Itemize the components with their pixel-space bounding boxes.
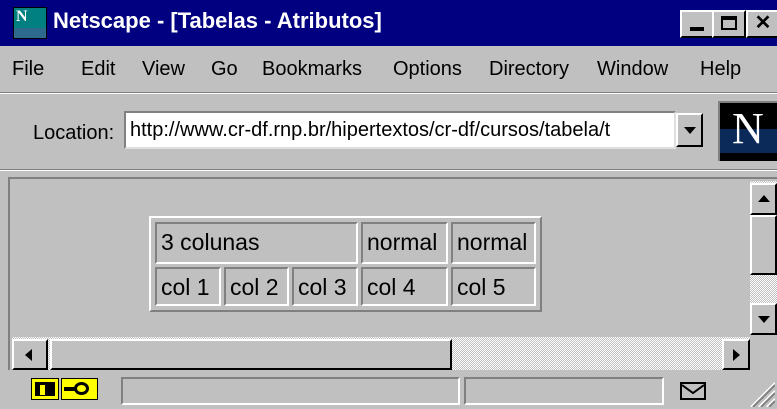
close-button[interactable]: ✕ [746, 10, 777, 38]
table-cell: col 5 [451, 267, 536, 306]
app-icon-scape [14, 28, 46, 38]
resize-grip-icon[interactable] [741, 375, 775, 407]
menu-window[interactable]: Window [597, 58, 668, 81]
menu-view[interactable]: View [142, 58, 185, 81]
close-icon: ✕ [754, 12, 772, 34]
attributes-table: 3 colunas normal normal col 1 col 2 col … [149, 216, 542, 312]
table-cell: 3 colunas [155, 222, 358, 264]
maximize-button[interactable] [712, 10, 746, 38]
toolbar-separator [0, 169, 777, 171]
scroll-up-button[interactable] [750, 183, 777, 215]
netscape-icon[interactable]: N [13, 7, 47, 39]
app-icon-letter: N [16, 8, 28, 25]
arrow-left-icon [25, 349, 32, 361]
connection-ring [74, 382, 89, 395]
chevron-down-icon [684, 127, 696, 134]
location-dropdown-button[interactable] [676, 113, 703, 147]
status-text [121, 377, 460, 405]
title-bar[interactable]: N Netscape - [Tabelas - Atributos] ✕ [0, 0, 777, 46]
status-icons [31, 378, 98, 400]
vertical-scrollbar[interactable] [750, 181, 777, 335]
vertical-scroll-thumb[interactable] [750, 215, 777, 275]
menu-help[interactable]: Help [700, 58, 741, 81]
arrow-down-icon [758, 316, 770, 323]
arrow-right-icon [733, 349, 740, 361]
netscape-logo-throbber[interactable]: N [718, 101, 777, 161]
menu-edit[interactable]: Edit [81, 58, 115, 81]
envelope-glyph [682, 384, 704, 395]
table-cell: normal [451, 222, 536, 264]
key-shape [35, 382, 55, 396]
minimize-icon [690, 27, 704, 31]
menu-options[interactable]: Options [393, 58, 462, 81]
menu-bar: File Edit View Go Bookmarks Options Dire… [0, 48, 777, 90]
maximize-icon [721, 16, 737, 30]
location-label: Location: [33, 122, 115, 144]
minimize-button[interactable] [680, 10, 714, 38]
table-cell: normal [361, 222, 448, 264]
arrow-up-icon [758, 195, 770, 202]
connection-status-icon[interactable] [61, 378, 98, 400]
mail-icon[interactable] [680, 382, 706, 400]
menu-bookmarks[interactable]: Bookmarks [262, 58, 362, 81]
horizontal-scroll-thumb[interactable] [50, 339, 452, 370]
menu-directory[interactable]: Directory [489, 58, 569, 81]
menu-go[interactable]: Go [211, 58, 238, 81]
table-cell: col 4 [361, 267, 448, 306]
scroll-down-button[interactable] [750, 303, 777, 335]
table-cell: col 2 [224, 267, 289, 306]
window-title: Netscape - [Tabelas - Atributos] [53, 8, 382, 33]
menu-file[interactable]: File [12, 58, 44, 81]
netscape-logo-icon: N [732, 104, 764, 153]
progress-field [464, 377, 664, 405]
table-cell: col 3 [292, 267, 358, 306]
netscape-window: N Netscape - [Tabelas - Atributos] ✕ Fil… [0, 0, 777, 409]
horizontal-scrollbar[interactable] [12, 337, 750, 370]
scrollbar-corner [750, 335, 777, 370]
scroll-left-button[interactable] [12, 339, 48, 370]
table-cell: col 1 [155, 267, 221, 306]
location-input[interactable] [124, 111, 676, 149]
menu-separator [0, 92, 777, 94]
key-notch [40, 385, 45, 395]
security-key-icon[interactable] [31, 378, 59, 400]
scroll-right-button[interactable] [722, 339, 750, 370]
